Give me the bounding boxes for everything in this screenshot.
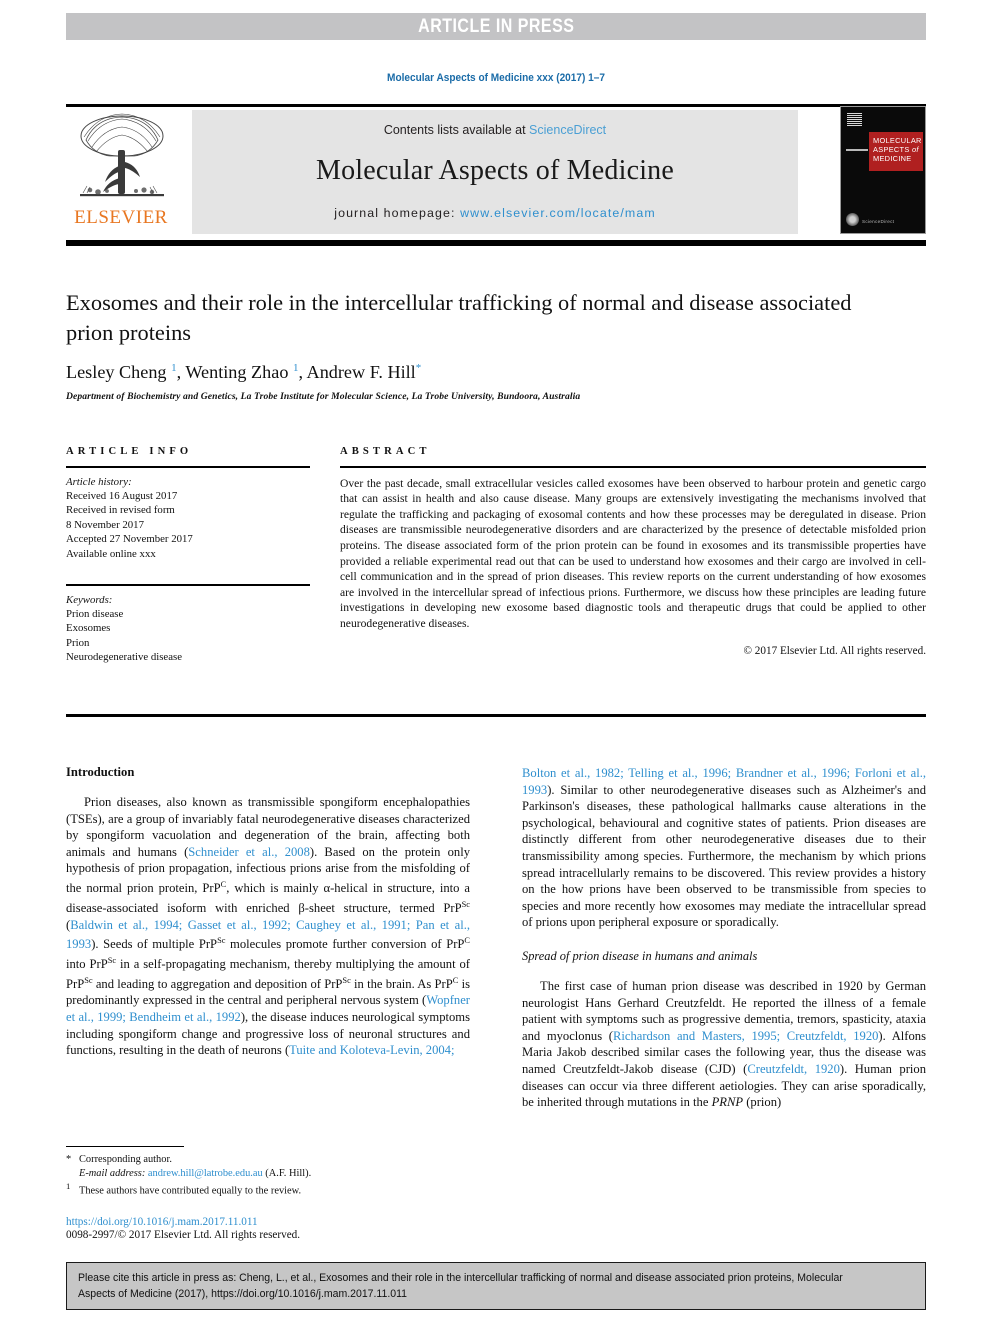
footnotes-block: * Corresponding author. E-mail address: a…: [66, 1146, 470, 1241]
keyword-item: Neurodegenerative disease: [66, 651, 183, 664]
band-bottom-rule: [66, 714, 926, 717]
para-text: ). Seeds of multiple PrP: [91, 937, 218, 952]
para-text: ). Similar to other neurodegenerative di…: [522, 782, 926, 930]
article-info-column: ARTICLE INFO Article history: Received 1…: [66, 446, 310, 665]
cite-article-text: Please cite this article in press as: Ch…: [78, 1272, 843, 1300]
superscript: Sc: [461, 899, 470, 909]
keyword-item: Prion: [66, 636, 90, 649]
elsevier-tree-icon: [80, 113, 164, 197]
superscript: Sc: [342, 975, 351, 985]
article-info-rule-mid: [66, 584, 310, 586]
journal-homepage-line: journal homepage: www.elsevier.com/locat…: [334, 206, 656, 220]
journal-cover-thumbnail[interactable]: MOLECULAR ASPECTS of MEDICINE ScienceDirec…: [840, 106, 926, 234]
para-text: molecules promote further conversion of …: [225, 937, 465, 952]
cover-bottom-label: ScienceDirect: [862, 219, 895, 224]
spread-paragraph: The first case of human prion disease wa…: [522, 978, 926, 1111]
doi-link[interactable]: https://doi.org/10.1016/j.mam.2017.11.01…: [66, 1216, 470, 1228]
asterisk-icon: *: [66, 1154, 72, 1166]
elsevier-wordmark: ELSEVIER: [74, 207, 168, 228]
history-item: Available online xxx: [66, 547, 156, 560]
para-text: in the brain. As PrP: [350, 976, 453, 991]
affiliation: Department of Biochemistry and Genetics,…: [66, 391, 581, 403]
abstract-heading: ABSTRACT: [340, 446, 431, 457]
citation-link[interactable]: Richardson and Masters, 1995; Creutzfeld…: [613, 1029, 878, 1043]
footnote-rule: [66, 1146, 184, 1148]
keywords-label: Keywords:: [66, 593, 113, 606]
superscript: Sc: [107, 955, 117, 965]
email-note: E-mail address: andrew.hill@latrobe.edu.…: [66, 1167, 470, 1181]
article-in-press-label: ARTICLE IN PRESS: [417, 15, 575, 37]
abstract-copyright: © 2017 Elsevier Ltd. All rights reserved…: [743, 644, 927, 657]
issn-copyright: 0098-2997/© 2017 Elsevier Ltd. All right…: [66, 1228, 301, 1241]
equal-contribution-note: 1 These authors have contributed equally …: [66, 1180, 470, 1198]
journal-reference-line: Molecular Aspects of Medicine xxx (2017)…: [387, 72, 605, 84]
cover-barcode-icon: [847, 112, 862, 126]
body-column-right: Bolton et al., 1982; Telling et al., 199…: [522, 765, 926, 1111]
journal-masthead: ELSEVIER Contents lists available at Sci…: [66, 104, 926, 234]
equal-contribution-label: These authors have contributed equally t…: [79, 1185, 302, 1197]
cite-article-footer: Please cite this article in press as: Ch…: [66, 1262, 926, 1310]
abstract-column: ABSTRACT Over the past decade, small ext…: [340, 446, 926, 657]
history-item: Received in revised form: [66, 504, 175, 517]
introduction-heading: Introduction: [66, 765, 135, 779]
journal-homepage-link[interactable]: www.elsevier.com/locate/mam: [460, 206, 656, 220]
corresponding-author-note: * Corresponding author.: [66, 1153, 470, 1167]
cover-dash-rule: [846, 149, 868, 151]
footnote-marker-1: 1: [66, 1181, 71, 1192]
homepage-prefix: journal homepage:: [334, 206, 461, 220]
superscript: C: [464, 936, 470, 946]
sciencedirect-panel: Contents lists available at ScienceDirec…: [192, 110, 798, 234]
contents-prefix: Contents lists available at: [383, 123, 530, 137]
citation-link[interactable]: Creutzfeldt, 1920: [747, 1062, 840, 1076]
body-column-left: Introduction Prion diseases, also known …: [66, 765, 470, 1059]
article-history-label: Article history:: [66, 475, 132, 488]
article-history-block: Article history: Received 16 August 2017…: [66, 475, 310, 561]
intro-paragraph: Prion diseases, also known as transmissi…: [66, 794, 470, 1059]
article-info-rule-top: [66, 466, 310, 468]
abstract-rule: [340, 466, 926, 468]
para-text: (prion): [743, 1095, 782, 1110]
doi-block: https://doi.org/10.1016/j.mam.2017.11.01…: [66, 1216, 470, 1241]
history-item: Accepted 27 November 2017: [66, 533, 193, 546]
cover-title-block: MOLECULAR ASPECTS of MEDICINE: [869, 132, 923, 171]
keyword-item: Exosomes: [66, 622, 111, 635]
gene-name: PRNP: [711, 1095, 744, 1110]
sciencedirect-link[interactable]: ScienceDirect: [529, 123, 606, 137]
author-list: Lesley Cheng 1, Wenting Zhao 1, Andrew F…: [66, 362, 422, 383]
article-info-heading: ARTICLE INFO: [66, 446, 193, 457]
history-item: 8 November 2017: [66, 518, 144, 531]
corresponding-author-label: Corresponding author.: [79, 1154, 172, 1166]
email-link[interactable]: andrew.hill@latrobe.edu.au: [148, 1168, 263, 1179]
title-block: Exosomes and their role in the intercell…: [66, 288, 896, 402]
history-item: Received 16 August 2017: [66, 490, 178, 502]
email-label: E-mail address:: [79, 1167, 146, 1179]
masthead-bottom-rule: [66, 240, 926, 246]
intro-paragraph-continued: Bolton et al., 1982; Telling et al., 199…: [522, 765, 926, 931]
para-text: and leading to aggregation and depositio…: [92, 976, 343, 991]
abstract-text: Over the past decade, small extracellula…: [340, 476, 926, 630]
keyword-item: Prion disease: [66, 608, 124, 621]
superscript: Sc: [84, 975, 93, 985]
citation-link[interactable]: Tuite and Koloteva-Levin, 2004;: [289, 1043, 454, 1057]
email-suffix: (A.F. Hill).: [265, 1167, 312, 1179]
citation-link[interactable]: Schneider et al., 2008: [188, 845, 310, 859]
para-text: into PrP: [66, 957, 108, 972]
page-title: Exosomes and their role in the intercell…: [66, 290, 852, 345]
article-in-press-banner: ARTICLE IN PRESS: [66, 13, 926, 40]
elsevier-logo: ELSEVIER: [66, 110, 176, 234]
contents-list-line: Contents lists available at ScienceDirec…: [384, 123, 606, 137]
cover-publisher-icon: [846, 213, 859, 226]
masthead-top-rule: [66, 104, 926, 107]
section-heading-spread-of-prion-disease: Spread of prion disease in humans and an…: [522, 948, 758, 963]
keywords-block: Keywords: Prion disease Exosomes Prion N…: [66, 593, 310, 665]
journal-title: Molecular Aspects of Medicine: [315, 155, 675, 186]
